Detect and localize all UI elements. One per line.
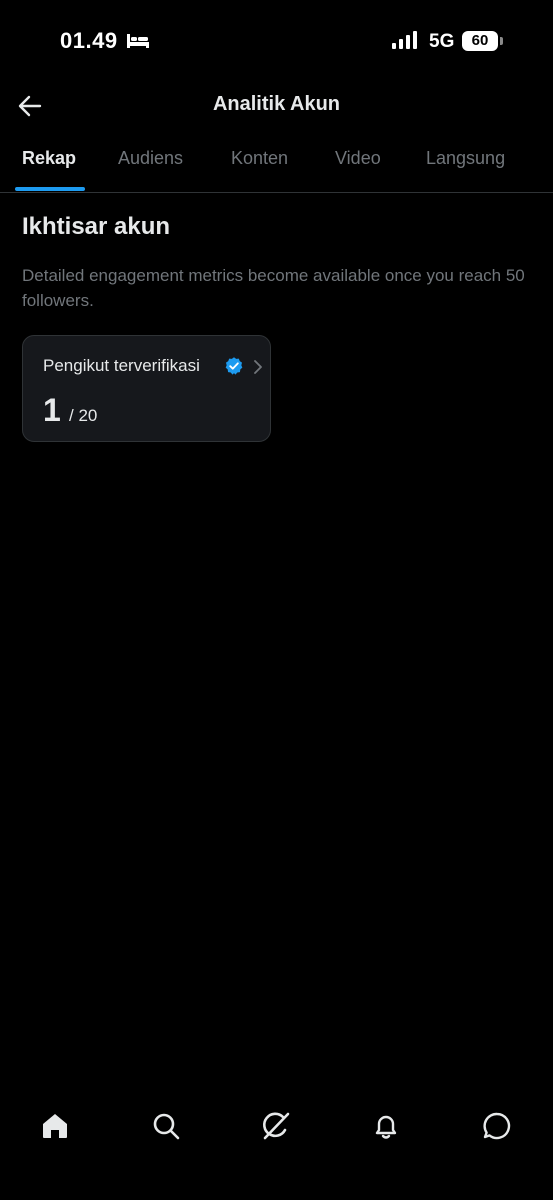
analytics-screen: 01.49 5G 60 Analitik Akun Rekap Audiens …: [0, 0, 553, 1200]
metric-target: / 20: [69, 406, 98, 425]
tab-bar: Rekap Audiens Konten Video Langsung: [0, 140, 553, 193]
battery-level: 60: [471, 32, 489, 49]
status-time: 01.49: [60, 28, 118, 53]
messages-icon[interactable]: [481, 1110, 513, 1142]
chevron-right-icon: [254, 360, 262, 374]
bed-icon: [127, 34, 149, 48]
verified-followers-card[interactable]: Pengikut terverifikasi 1 / 20: [22, 335, 271, 442]
tab-video[interactable]: Video: [335, 148, 381, 169]
page-title: Analitik Akun: [212, 93, 341, 115]
network-label: 5G: [429, 31, 455, 52]
tab-audiens[interactable]: Audiens: [118, 148, 183, 169]
section-title: Ikhtisar akun: [22, 213, 171, 240]
battery-icon: 60: [462, 31, 504, 51]
section-description: Detailed engagement metrics become avail…: [22, 266, 525, 310]
active-tab-indicator: [15, 187, 85, 191]
home-icon[interactable]: [39, 1110, 71, 1142]
metric-label: Pengikut terverifikasi: [43, 356, 200, 375]
bottom-nav: [0, 1100, 553, 1200]
header: Analitik Akun: [0, 80, 553, 132]
tab-langsung[interactable]: Langsung: [426, 148, 505, 169]
grok-icon[interactable]: [260, 1110, 292, 1142]
verified-badge-icon: [225, 357, 243, 375]
signal-icon: [392, 31, 417, 49]
tab-rekap[interactable]: Rekap: [22, 148, 76, 169]
search-icon[interactable]: [150, 1110, 182, 1142]
notifications-icon[interactable]: [370, 1110, 402, 1142]
tab-konten[interactable]: Konten: [231, 148, 288, 169]
status-bar: 01.49 5G 60: [0, 0, 553, 80]
metric-value: 1: [43, 392, 61, 428]
